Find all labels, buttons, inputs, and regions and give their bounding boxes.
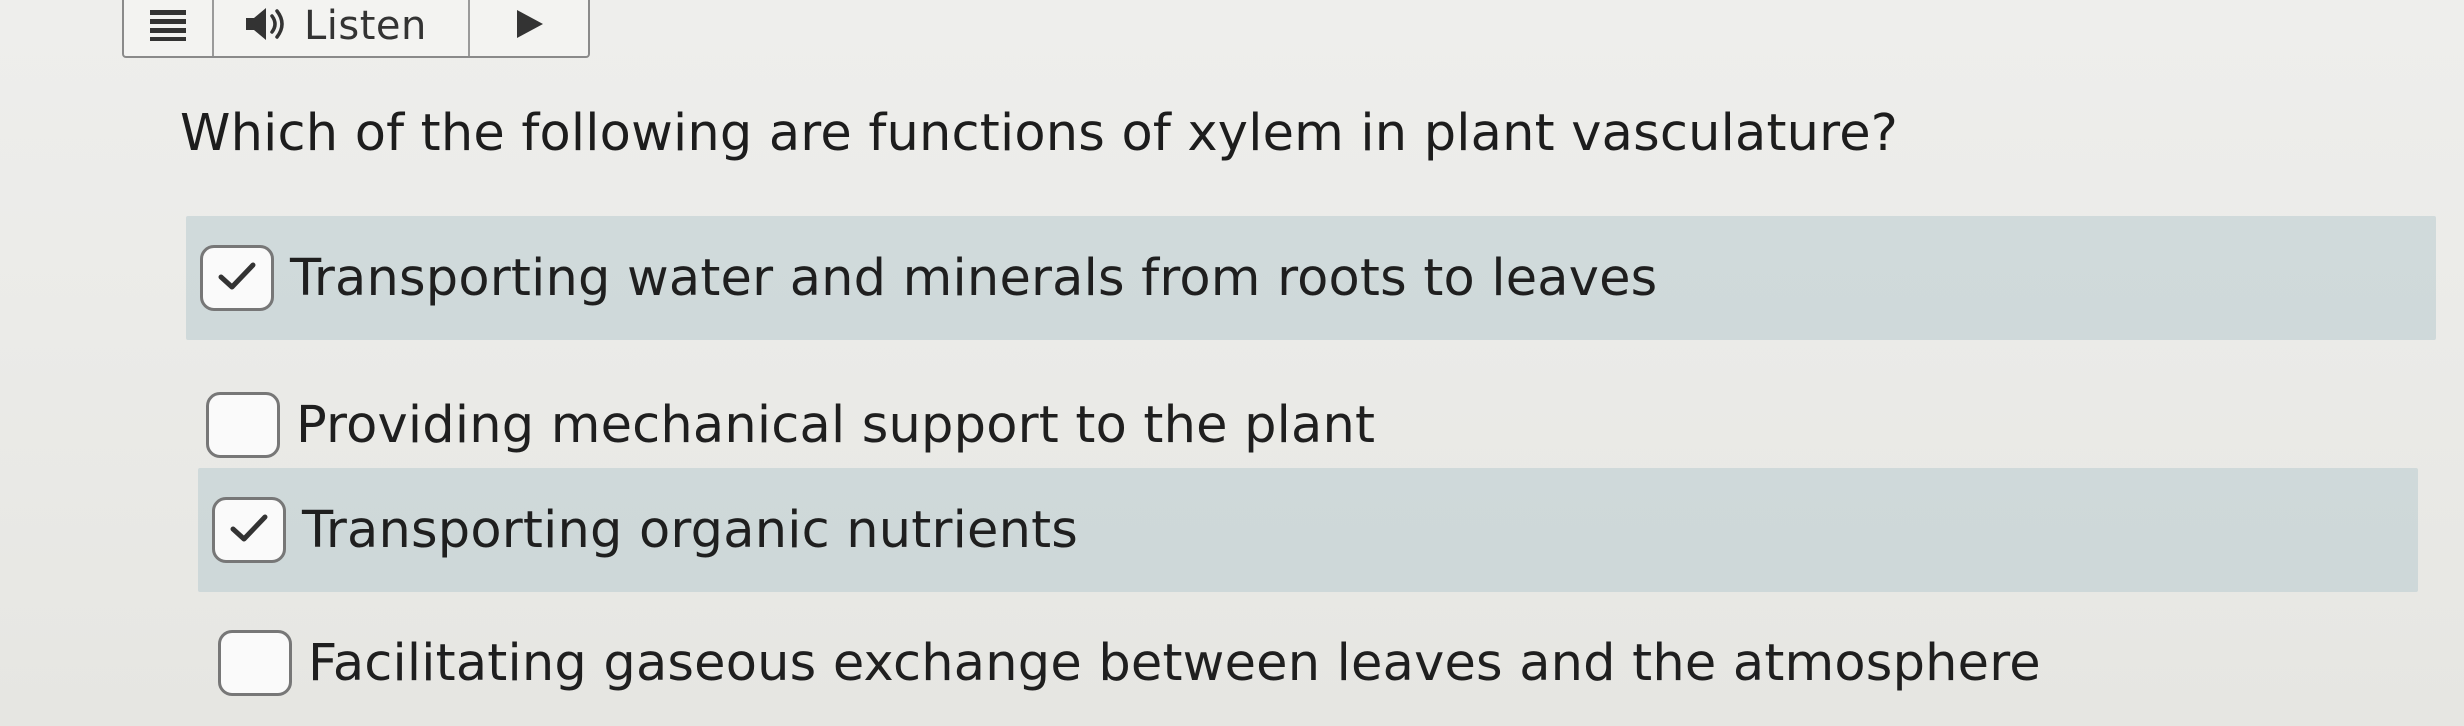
option-3[interactable]: Transporting organic nutrients xyxy=(198,468,2418,592)
option-2-checkbox[interactable] xyxy=(206,392,280,458)
option-1[interactable]: Transporting water and minerals from roo… xyxy=(186,216,2436,340)
answer-options: Transporting water and minerals from roo… xyxy=(0,0,2464,726)
option-3-label: Transporting organic nutrients xyxy=(302,500,1079,560)
option-4-checkbox[interactable] xyxy=(218,630,292,696)
checkmark-icon xyxy=(227,511,271,549)
option-1-label: Transporting water and minerals from roo… xyxy=(290,248,1658,308)
checkmark-icon xyxy=(215,259,259,297)
option-4[interactable]: Facilitating gaseous exchange between le… xyxy=(204,600,2404,726)
option-4-label: Facilitating gaseous exchange between le… xyxy=(308,633,2041,693)
option-1-checkbox[interactable] xyxy=(200,245,274,311)
option-2-label: Providing mechanical support to the plan… xyxy=(296,395,1376,455)
option-3-checkbox[interactable] xyxy=(212,497,286,563)
